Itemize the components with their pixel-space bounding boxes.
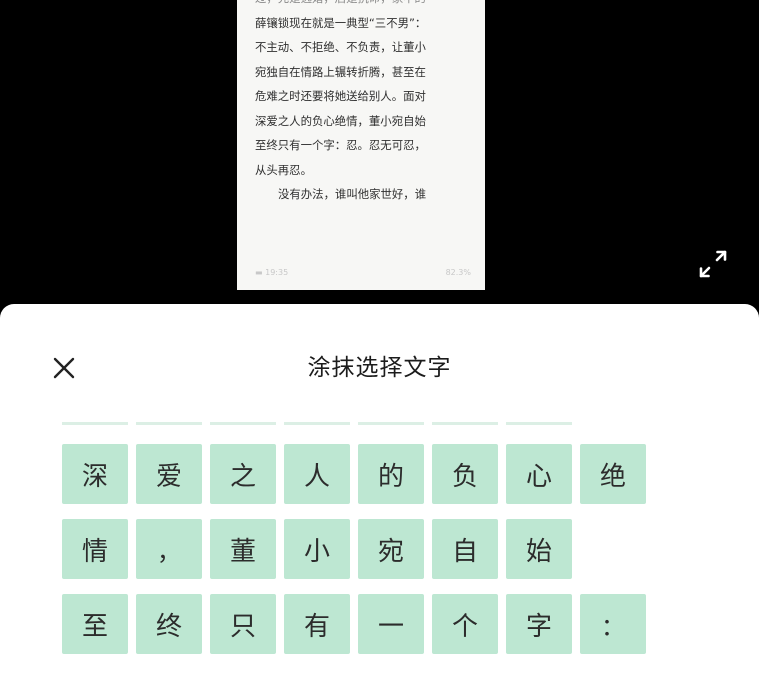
character-cell[interactable]: 董 (210, 519, 276, 579)
character-row: 至终只有一个字： (62, 594, 646, 654)
character-cell[interactable]: 情 (62, 519, 128, 579)
document-preview-area: 过，先是逃婚，后是抗命，家中的薛镶锁现在就是一典型“三不男”： 不主动、不拒绝、不… (0, 0, 759, 320)
document-line: 宛独自在情路上辗转折腾，甚至在 (255, 64, 426, 79)
document-status-bar: ▬ 19:35 82.3% (255, 268, 471, 280)
character-cell[interactable]: 一 (358, 594, 424, 654)
expand-arrows-icon[interactable] (693, 244, 733, 284)
character-cell[interactable]: 心 (506, 444, 572, 504)
character-cell[interactable]: 自 (432, 519, 498, 579)
character-cell[interactable]: ： (580, 594, 646, 654)
character-row: 深爱之人的负心绝 (62, 444, 646, 504)
document-status-right: 82.3% (445, 268, 471, 277)
character-cell[interactable]: 人 (284, 444, 350, 504)
character-cell[interactable]: 负 (432, 444, 498, 504)
document-status-left: ▬ 19:35 (255, 268, 289, 277)
character-cell[interactable]: ， (136, 519, 202, 579)
sheet-title: 涂抹选择文字 (307, 355, 452, 381)
character-cell[interactable]: 至 (62, 594, 128, 654)
document-line: 危难之时还要将她送给别人。面对 (255, 89, 426, 103)
character-cell[interactable]: 的 (358, 444, 424, 504)
character-cell[interactable]: 字 (506, 594, 572, 654)
character-cell[interactable]: 深 (62, 444, 128, 504)
text-select-sheet: 涂抹选择文字 深爱之人的负心绝情，董小宛自始至终只有一个字： (0, 304, 759, 684)
character-cell[interactable]: 宛 (358, 519, 424, 579)
document-line: 从头再忍。 (255, 162, 312, 177)
document-text: 过，先是逃婚，后是抗命，家中的薛镶锁现在就是一典型“三不男”： 不主动、不拒绝、不… (255, 0, 475, 207)
character-cell[interactable]: 小 (284, 519, 350, 579)
document-line: 没有办法，谁叫他家世好，谁 (278, 187, 427, 201)
character-cell[interactable]: 个 (432, 594, 498, 654)
document-line: 不主动、不拒绝、不负责，让董小 (255, 40, 426, 54)
character-cell[interactable]: 绝 (580, 444, 646, 504)
character-cell[interactable]: 终 (136, 594, 202, 654)
character-cell[interactable]: 有 (284, 594, 350, 654)
character-row: 情，董小宛自始 (62, 519, 646, 579)
character-cell[interactable]: 只 (210, 594, 276, 654)
document-line: 薛镶锁现在就是一典型“三不男”： (255, 15, 427, 30)
document-page-preview[interactable]: 过，先是逃婚，后是抗命，家中的薛镶锁现在就是一典型“三不男”： 不主动、不拒绝、不… (237, 0, 485, 290)
document-line: 深爱之人的负心绝情，董小宛自始 (255, 113, 426, 128)
document-line: 至终只有一个字：忍。忍无可忍， (255, 138, 426, 152)
character-cell[interactable]: 始 (506, 519, 572, 579)
character-grid: 深爱之人的负心绝情，董小宛自始至终只有一个字： (62, 444, 646, 669)
faded-previous-row (62, 422, 572, 425)
character-cell[interactable]: 爱 (136, 444, 202, 504)
character-cell[interactable]: 之 (210, 444, 276, 504)
document-line: 过，先是逃婚，后是抗命，家中的 (255, 0, 475, 11)
